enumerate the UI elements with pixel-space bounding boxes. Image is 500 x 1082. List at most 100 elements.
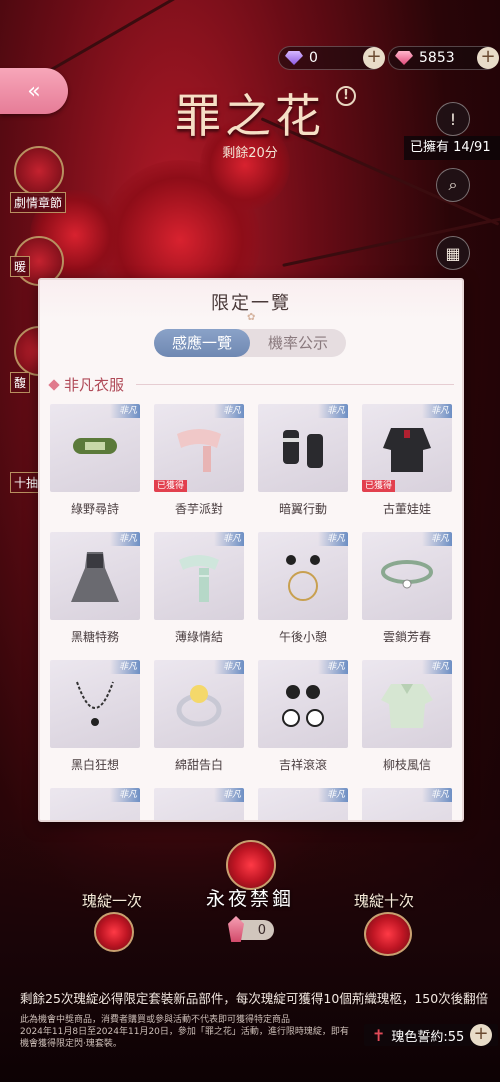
rarity-tag: 非凡: [214, 532, 244, 546]
double-chevron-left-icon: «: [27, 78, 41, 104]
rarity-tag: 非凡: [214, 660, 244, 674]
banner-title: 永夜禁錮: [205, 888, 294, 910]
banner-rose-emblem: [226, 840, 276, 890]
outfit-item-partial[interactable]: 非凡: [154, 788, 244, 820]
rarity-tag: 非凡: [318, 788, 348, 802]
purple-gem-counter: 0 +: [278, 46, 385, 70]
event-logo: 罪之花 剩餘20分: [140, 80, 360, 161]
outfit-card[interactable]: 非凡: [50, 532, 140, 620]
pull-one-button[interactable]: [94, 912, 134, 952]
outfit-item[interactable]: 非凡 吉祥滾滾: [258, 660, 348, 776]
outfit-name: 黑白狂想: [70, 758, 119, 772]
key-count-value: 0: [257, 922, 266, 938]
calendar-button[interactable]: ▦: [436, 236, 470, 270]
rarity-tag: 非凡: [110, 788, 140, 802]
section-title: 非凡衣服: [64, 376, 125, 394]
outfit-name: 綠野尋詩: [70, 502, 119, 516]
outfit-card[interactable]: 非凡: [154, 532, 244, 620]
outfit-item-partial[interactable]: 非凡: [362, 788, 452, 820]
outfit-card[interactable]: 非凡 已獲得: [362, 404, 452, 492]
outfit-item-partial[interactable]: 非凡: [258, 788, 348, 820]
limited-preview-panel: 限定一覽 ✿ 感應一覽 機率公示 非凡衣服 非凡 綠野尋詩 非凡 已獲得 香芋派對 非凡暗…: [38, 278, 464, 822]
pull-one-label: 瑰綻一次: [82, 892, 143, 910]
outfit-name: 薄綠情結: [174, 630, 223, 644]
section-divider: [136, 384, 454, 385]
obtained-badge: 已獲得: [362, 480, 396, 492]
outfit-item[interactable]: 非凡薄綠情結: [154, 532, 244, 648]
diamond-bullet-icon: [48, 378, 60, 391]
story-chapter-button[interactable]: [14, 146, 64, 196]
warning-icon: !: [449, 109, 457, 129]
outfit-item[interactable]: 非凡 黑白狂想: [50, 660, 140, 776]
cross-icon: ✝: [372, 1025, 386, 1045]
tab-summon-list[interactable]: 感應一覽: [154, 329, 250, 357]
outfit-card[interactable]: 非凡: [50, 404, 140, 492]
outfit-card[interactable]: 非凡: [258, 660, 348, 748]
add-pledge-button[interactable]: +: [470, 1024, 492, 1046]
choker-icon: [381, 560, 433, 589]
magnifier-icon: ⌕: [448, 175, 458, 194]
outfit-item-partial[interactable]: 非凡: [50, 788, 140, 820]
outfit-name: 古董娃娃: [382, 502, 431, 516]
back-button[interactable]: «: [0, 68, 68, 114]
pink-gem-icon: [395, 51, 413, 65]
scarf-icon: [177, 429, 221, 472]
outfit-item[interactable]: 非凡 午後小憩: [258, 532, 348, 648]
outfit-item[interactable]: 非凡 已獲得古董娃娃: [362, 404, 452, 520]
purple-gem-value: 0: [309, 50, 318, 66]
ring-icon: [176, 685, 222, 727]
outfit-item[interactable]: 非凡綠野尋詩: [50, 404, 140, 520]
tab-probability[interactable]: 機率公示: [250, 329, 346, 357]
outfit-card[interactable]: 非凡: [154, 788, 244, 820]
add-pink-gem-button[interactable]: +: [477, 47, 499, 69]
outfit-card[interactable]: 非凡: [362, 532, 452, 620]
rarity-tag: 非凡: [214, 788, 244, 802]
side-menu-label-3: 馥: [10, 372, 31, 393]
outfit-item[interactable]: 非凡已獲得香芋派對: [154, 404, 244, 520]
obtained-badge: 已獲得: [154, 480, 188, 492]
side-menu-label-2: 暖: [10, 256, 31, 277]
outfit-name: 綿甜告白: [174, 758, 223, 772]
section-heading: 非凡衣服: [48, 374, 125, 395]
preview-button[interactable]: ⌕: [436, 168, 470, 202]
add-purple-gem-button[interactable]: +: [363, 47, 385, 69]
panda-earrings-icon: [282, 685, 324, 727]
event-title: 罪之花: [175, 89, 325, 143]
earrings-icon: [286, 555, 320, 601]
owned-counter: 已擁有 14/91: [404, 136, 500, 160]
outfit-card[interactable]: 非凡: [258, 532, 348, 620]
rarity-tag: 非凡: [422, 788, 452, 802]
outfit-item[interactable]: 非凡 柳枝風信: [362, 660, 452, 776]
outfit-item[interactable]: 非凡 黑糖特務: [50, 532, 140, 648]
outfit-name: 午後小憩: [278, 630, 327, 644]
outfit-name: 柳枝風信: [382, 758, 431, 772]
outfit-card[interactable]: 非凡: [258, 404, 348, 492]
outfit-name: 香芋派對: [174, 502, 223, 516]
pull-ten-button[interactable]: [364, 912, 412, 956]
pull-ten-label: 瑰綻十次: [354, 892, 415, 910]
outfit-item[interactable]: 非凡綿甜告白: [154, 660, 244, 776]
purple-gem-icon: [285, 51, 303, 65]
outfit-card[interactable]: 非凡: [362, 660, 452, 748]
outfit-card[interactable]: 非凡: [258, 788, 348, 820]
outfit-card[interactable]: 非凡: [362, 788, 452, 820]
outfit-card[interactable]: 非凡: [50, 788, 140, 820]
outfit-card[interactable]: 非凡: [154, 660, 244, 748]
event-info-button[interactable]: !: [336, 86, 356, 106]
outfit-name: 黑糖特務: [70, 630, 119, 644]
blouse-icon: [381, 684, 433, 728]
flower-divider-icon: ✿: [247, 312, 256, 323]
rarity-tag: 非凡: [110, 404, 140, 418]
pity-notice: 剩餘25次瑰綻必得限定套裝新品部件，每次瑰綻可獲得10個荊織瑰柩，150次後翻倍: [20, 991, 489, 1006]
striped-scarf-icon: [179, 555, 219, 602]
outfit-card[interactable]: 非凡已獲得: [154, 404, 244, 492]
event-timer: 剩餘20分: [222, 146, 278, 161]
outfit-item[interactable]: 非凡 暗翼行動: [258, 404, 348, 520]
alert-button[interactable]: !: [436, 102, 470, 136]
pink-gem-value: 5853: [419, 50, 455, 66]
outfit-item[interactable]: 非凡 雲鎖芳春: [362, 532, 452, 648]
outfit-card[interactable]: 非凡: [50, 660, 140, 748]
gloves-icon: [283, 430, 323, 468]
rarity-tag: 非凡: [214, 404, 244, 418]
story-chapter-label: 劇情章節: [10, 192, 67, 213]
